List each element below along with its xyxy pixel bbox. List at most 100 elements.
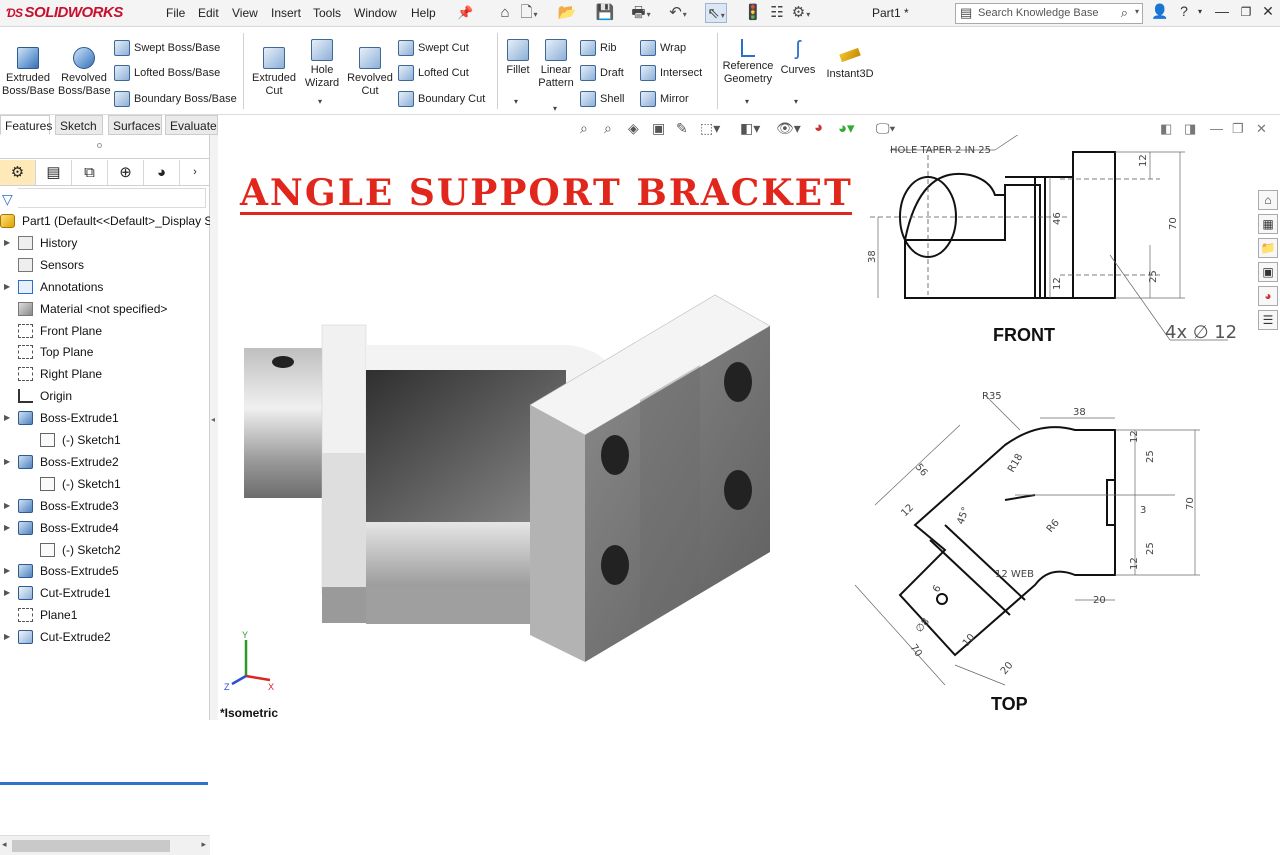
curves-button[interactable]: ʃ Curves [778,39,818,77]
rib-button[interactable]: Rib [580,40,617,56]
home-icon[interactable]: ⌂ [494,3,516,23]
boundary-boss-button[interactable]: Boundary Boss/Base [114,91,237,107]
extruded-boss-button[interactable]: Extruded Boss/Base [2,47,55,97]
linear-pattern-button[interactable]: Linear Pattern [536,39,576,89]
reference-geometry-button[interactable]: Reference Geometry [722,39,774,85]
menu-file[interactable]: File [166,6,185,20]
fillet-dropdown-icon[interactable]: ▾ [514,97,518,106]
extruded-cut-button[interactable]: Extruded Cut [248,47,300,97]
revolved-cut-button[interactable]: Revolved Cut [346,47,394,97]
tree-item[interactable]: Front Plane [0,321,210,341]
linear-pattern-dropdown-icon[interactable]: ▾ [553,104,557,113]
menu-view[interactable]: View [232,6,258,20]
scroll-left-icon[interactable]: ◂ [2,839,7,850]
draft-button[interactable]: Draft [580,65,624,81]
shell-button[interactable]: Shell [580,91,624,107]
tab-surfaces[interactable]: Surfaces [108,115,162,135]
scrollbar-thumb[interactable] [12,840,170,852]
save-icon[interactable]: 💾▾ [594,3,616,39]
panel-grip-icon[interactable] [97,143,102,148]
expand-arrow-icon[interactable]: ▶ [4,583,10,603]
section-view-icon[interactable]: ▣ [652,120,665,137]
menu-help[interactable]: Help [411,6,436,20]
view-palette-icon[interactable]: ▣ [1258,262,1278,282]
appearances-icon[interactable]: ◕ [1258,286,1278,306]
traffic-light-icon[interactable]: 🚦 [742,3,764,23]
featuremanager-tab-icon[interactable]: ⚙ [0,160,36,185]
home-task-pane-icon[interactable]: ⌂ [1258,190,1278,210]
help-dropdown-icon[interactable]: ▾ [1190,7,1210,16]
reference-geometry-dropdown-icon[interactable]: ▾ [745,97,749,106]
expand-arrow-icon[interactable]: ▶ [4,277,10,297]
restore-icon[interactable]: ❐ [1236,5,1256,19]
tab-features[interactable]: Features [0,115,52,135]
tree-item[interactable]: (-) Sketch1 [0,430,210,450]
collapse-handle-icon[interactable]: ◂ [211,415,215,424]
display-style-icon[interactable]: ◧▾ [740,120,760,137]
pin-icon[interactable]: 📌 [457,5,473,20]
menu-tools[interactable]: Tools [313,6,341,20]
tree-filter-input[interactable] [18,188,206,208]
tree-item[interactable]: ▶ Boss-Extrude1 [0,408,210,428]
apply-scene-icon[interactable]: ◕▾ [838,119,855,137]
dynamic-annotation-icon[interactable]: ✎ [676,120,688,137]
tree-item[interactable]: ▶ Boss-Extrude5 [0,561,210,581]
print-icon[interactable]: 🖶▾ [630,3,652,23]
expand-arrow-icon[interactable]: ▶ [4,518,10,538]
menu-edit[interactable]: Edit [198,6,219,20]
rollback-bar[interactable] [0,782,208,785]
tree-item[interactable]: ▶ Annotations [0,277,210,297]
options-gear-icon[interactable]: ⚙▾ [790,3,812,23]
solidworks-logo[interactable]: ƊS SOLIDWORKS [6,4,123,21]
tree-item[interactable]: Material <not specified> [0,299,210,319]
custom-properties-icon[interactable]: ☰ [1258,310,1278,330]
fillet-button[interactable]: Fillet [502,39,534,77]
expand-arrow-icon[interactable]: ▶ [4,408,10,428]
undo-icon[interactable]: ↶▾ [667,3,689,23]
zoom-to-area-icon[interactable]: ⌕ [604,120,612,137]
revolved-boss-button[interactable]: Revolved Boss/Base [58,47,111,97]
minimize-icon[interactable]: — [1212,3,1232,19]
file-explorer-icon[interactable]: 📁 [1258,238,1278,258]
dimxpertmanager-tab-icon[interactable]: ⊕ [108,160,144,185]
scroll-right-icon[interactable]: ▸ [201,839,206,850]
tree-item[interactable]: Top Plane [0,342,210,362]
lofted-cut-button[interactable]: Lofted Cut [398,65,469,81]
tree-item[interactable]: ▶ Cut-Extrude1 [0,583,210,603]
chevron-right-icon[interactable]: › [180,160,210,185]
expand-arrow-icon[interactable]: ▶ [4,561,10,581]
search-input[interactable]: Search Knowledge Base [978,7,1098,19]
wrap-button[interactable]: Wrap [640,40,686,56]
swept-cut-button[interactable]: Swept Cut [398,40,469,56]
expand-arrow-icon[interactable]: ▶ [4,627,10,647]
tree-item[interactable]: Sensors [0,255,210,275]
expand-arrow-icon[interactable]: ▶ [4,233,10,253]
swept-boss-button[interactable]: Swept Boss/Base [114,40,220,56]
tree-item[interactable]: (-) Sketch1 [0,474,210,494]
tree-item[interactable]: ▶ Boss-Extrude2 [0,452,210,472]
hide-show-items-icon[interactable]: 👁▾ [776,120,801,137]
tab-evaluate[interactable]: Evaluate [165,115,218,135]
search-knowledge-base[interactable]: ▤ Search Knowledge Base ⌕ ▾ [955,3,1143,24]
panel-splitter[interactable]: ◂ [210,135,218,720]
curves-dropdown-icon[interactable]: ▾ [794,97,798,106]
previous-view-icon[interactable]: ◈ [628,120,639,137]
user-icon[interactable]: 👤 [1150,3,1170,20]
hole-wizard-dropdown-icon[interactable]: ▾ [318,97,322,106]
tab-sketch[interactable]: Sketch [55,115,103,135]
file-properties-icon[interactable]: ☷ [766,3,788,23]
select-icon[interactable]: ⇖▾ [705,3,727,23]
tree-item[interactable]: ▶ Boss-Extrude3 [0,496,210,516]
instant3d-button[interactable]: Instant3D [822,45,878,81]
tree-item[interactable]: Plane1 [0,605,210,625]
tree-item[interactable]: ▶ Cut-Extrude2 [0,627,210,647]
displaymanager-tab-icon[interactable]: ◕ [144,160,180,185]
tree-item[interactable]: Origin [0,386,210,406]
tree-item[interactable]: Part1 (Default<<Default>_Display Sta [0,211,210,231]
isometric-3d-model[interactable] [240,290,780,670]
tree-item[interactable]: (-) Sketch2 [0,540,210,560]
expand-arrow-icon[interactable]: ▶ [4,452,10,472]
mirror-button[interactable]: Mirror [640,91,689,107]
hole-wizard-button[interactable]: Hole Wizard [298,39,346,89]
tree-item[interactable]: Right Plane [0,364,210,384]
